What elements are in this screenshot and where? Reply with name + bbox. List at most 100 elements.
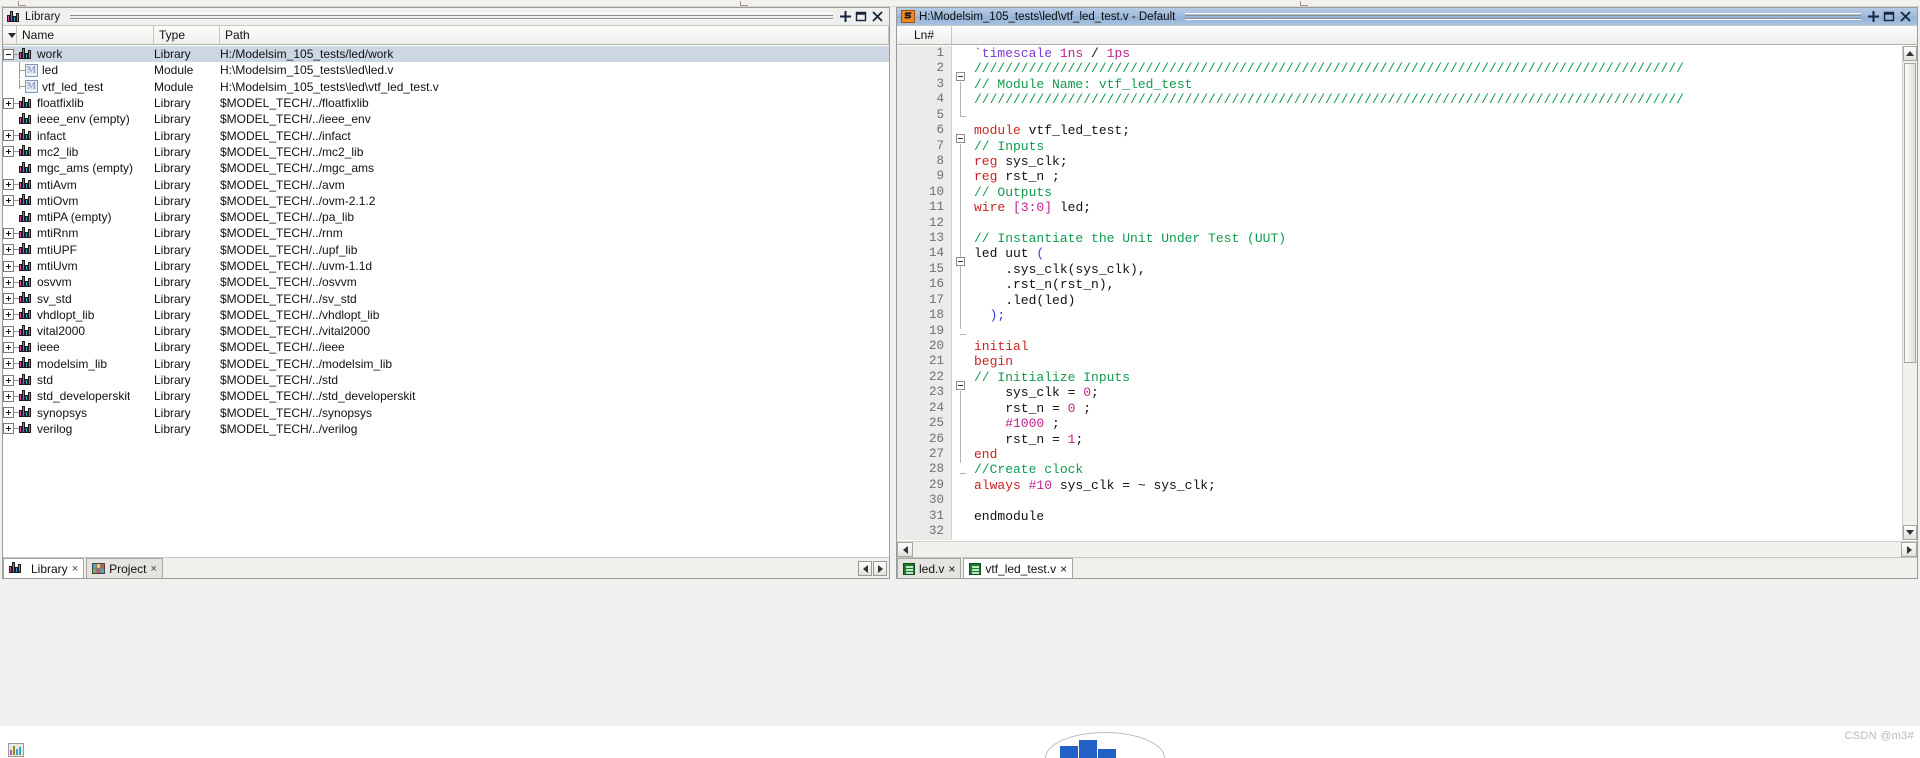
tree-expander-placeholder <box>3 114 14 125</box>
library-pane-titlebar[interactable]: Library <box>3 8 889 26</box>
table-row[interactable]: std Library $MODEL_TECH/../std <box>3 372 889 388</box>
taskbar-tile-2[interactable] <box>1079 740 1097 758</box>
fold-box-line14[interactable] <box>956 257 965 266</box>
table-row[interactable]: mtiOvm Library $MODEL_TECH/../ovm-2.1.2 <box>3 193 889 209</box>
fold-box-line6[interactable] <box>956 134 965 143</box>
scroll-left-button[interactable] <box>897 542 913 557</box>
tree-expand-icon[interactable] <box>3 358 14 370</box>
editor-pane-titlebar[interactable]: H:\Modelsim_105_tests\led\vtf_led_test.v… <box>897 8 1917 26</box>
tab-project-close-icon[interactable]: × <box>150 563 156 575</box>
tree-expand-icon[interactable] <box>3 260 14 272</box>
library-icon <box>19 96 33 111</box>
tray-app-icon[interactable] <box>8 743 24 757</box>
fold-box-line2[interactable] <box>956 72 965 81</box>
horizontal-scroll-track[interactable] <box>913 542 1901 557</box>
sort-column-header[interactable] <box>3 26 17 44</box>
table-row[interactable]: Mled Module H:\Modelsim_105_tests\led\led.… <box>3 61 889 79</box>
table-row[interactable]: sv_std Library $MODEL_TECH/../sv_std <box>3 290 889 306</box>
table-row[interactable]: osvvm Library $MODEL_TECH/../osvvm <box>3 274 889 290</box>
scroll-right-button[interactable] <box>873 561 887 576</box>
table-row[interactable]: mtiUPF Library $MODEL_TECH/../upf_lib <box>3 242 889 258</box>
tree-expand-icon[interactable] <box>3 130 14 142</box>
scroll-up-button[interactable] <box>1903 46 1917 61</box>
table-row[interactable]: std_developerskit Library $MODEL_TECH/../s… <box>3 388 889 404</box>
code-token: begin <box>974 354 1014 370</box>
close-button[interactable] <box>871 10 884 23</box>
tree-expand-icon[interactable] <box>3 97 14 109</box>
table-row[interactable]: mtiPA (empty) Library $MODEL_TECH/../pa_li… <box>3 209 889 225</box>
tab-project[interactable]: Project × <box>86 558 163 578</box>
library-icon <box>19 177 33 192</box>
table-row[interactable]: Mvtf_led_test Module H:\Modelsim_105_tests… <box>3 79 889 95</box>
undock-button[interactable] <box>855 10 868 23</box>
column-header-name[interactable]: Name <box>17 26 154 44</box>
code-token: always <box>974 477 1021 493</box>
dock-button[interactable] <box>839 10 852 23</box>
tree-expand-icon[interactable] <box>3 309 14 321</box>
code-token: // Module Name: vtf_led_test <box>974 76 1193 92</box>
tab-led-v[interactable]: led.v × <box>897 558 962 578</box>
table-row[interactable]: work Library H:/Modelsim_105_tests/led/wor… <box>3 46 889 63</box>
table-row[interactable]: mtiUvm Library $MODEL_TECH/../uvm-1.1d <box>3 258 889 274</box>
table-row[interactable]: vhdlopt_lib Library $MODEL_TECH/../vhdlopt… <box>3 307 889 323</box>
fold-box-line21[interactable] <box>956 381 965 390</box>
table-row[interactable]: vital2000 Library $MODEL_TECH/../vital2000 <box>3 323 889 339</box>
column-header-type[interactable]: Type <box>154 26 220 44</box>
editor-titlebar-grip[interactable] <box>1185 13 1861 20</box>
table-row[interactable]: mtiRnm Library $MODEL_TECH/../rnm <box>3 225 889 241</box>
tree-expand-icon[interactable] <box>3 407 14 419</box>
code-line: // Instantiate the Unit Under Test (UUT) <box>974 231 1917 246</box>
tree-expand-icon[interactable] <box>3 293 14 305</box>
scroll-down-button[interactable] <box>1903 525 1917 540</box>
table-row[interactable]: synopsys Library $MODEL_TECH/../synopsys <box>3 405 889 421</box>
editor-vertical-scrollbar[interactable] <box>1902 46 1917 540</box>
column-header-path[interactable]: Path <box>220 26 889 44</box>
library-icon <box>19 307 33 322</box>
dock-button[interactable] <box>1867 10 1880 23</box>
tree-expand-icon[interactable] <box>3 195 14 207</box>
tree-expand-icon[interactable] <box>3 179 14 191</box>
table-row[interactable]: mc2_lib Library $MODEL_TECH/../mc2_lib <box>3 144 889 160</box>
undock-button[interactable] <box>1883 10 1896 23</box>
tab-library[interactable]: Library × <box>3 558 85 578</box>
table-row[interactable]: mgc_ams (empty) Library $MODEL_TECH/../mgc… <box>3 160 889 176</box>
tree-expand-icon[interactable] <box>3 276 14 288</box>
tree-expand-icon[interactable] <box>3 325 14 337</box>
tree-expand-icon[interactable] <box>3 146 14 158</box>
table-row[interactable]: floatfixlib Library $MODEL_TECH/../floatfi… <box>3 95 889 111</box>
code-token: `timescale <box>974 46 1060 61</box>
tree-collapse-icon[interactable] <box>3 48 14 60</box>
editor-body[interactable]: 1 2 3 4 5 6 7 8 9 10 11 12 13 14 15 16 17 18 19 20 21 22 23 24 2… <box>897 46 1917 540</box>
fold-margin[interactable] <box>952 46 970 540</box>
cell-type: Library <box>154 210 191 225</box>
tab-led-v-close-icon[interactable]: × <box>948 562 955 576</box>
tree-expand-icon[interactable] <box>3 374 14 386</box>
table-row[interactable]: mtiAvm Library $MODEL_TECH/../avm <box>3 176 889 192</box>
tab-vtf-led-test-v[interactable]: vtf_led_test.v × <box>963 558 1074 578</box>
tab-vtf-led-test-v-close-icon[interactable]: × <box>1060 562 1067 576</box>
taskbar-tile-3[interactable] <box>1098 749 1116 758</box>
tree-expand-icon[interactable] <box>3 244 14 256</box>
scroll-left-button[interactable] <box>858 561 872 576</box>
library-tree[interactable]: work Library H:/Modelsim_105_tests/led/wor… <box>3 46 889 557</box>
titlebar-grip[interactable] <box>70 13 833 20</box>
table-row[interactable]: verilog Library $MODEL_TECH/../verilog <box>3 421 889 437</box>
table-row[interactable]: ieee Library $MODEL_TECH/../ieee <box>3 339 889 355</box>
tree-expand-icon[interactable] <box>3 390 14 402</box>
tree-expander-placeholder <box>3 212 14 223</box>
table-row[interactable]: infact Library $MODEL_TECH/../infact <box>3 127 889 143</box>
taskbar-tile-1[interactable] <box>1060 746 1078 758</box>
tree-expand-icon[interactable] <box>3 227 14 239</box>
editor-horizontal-scrollbar[interactable] <box>897 541 1917 557</box>
code-text-area[interactable]: `timescale 1ns / 1ps////////////////////… <box>970 46 1917 540</box>
tree-expand-icon[interactable] <box>3 423 14 435</box>
tab-library-close-icon[interactable]: × <box>72 563 78 575</box>
close-button[interactable] <box>1899 10 1912 23</box>
cell-path: $MODEL_TECH/../upf_lib <box>220 242 358 257</box>
table-row[interactable]: ieee_env (empty) Library $MODEL_TECH/../ie… <box>3 111 889 127</box>
tree-expand-icon[interactable] <box>3 341 14 353</box>
scroll-right-button[interactable] <box>1901 542 1917 557</box>
table-row[interactable]: modelsim_lib Library $MODEL_TECH/../models… <box>3 356 889 372</box>
vertical-scroll-thumb[interactable] <box>1904 63 1916 363</box>
